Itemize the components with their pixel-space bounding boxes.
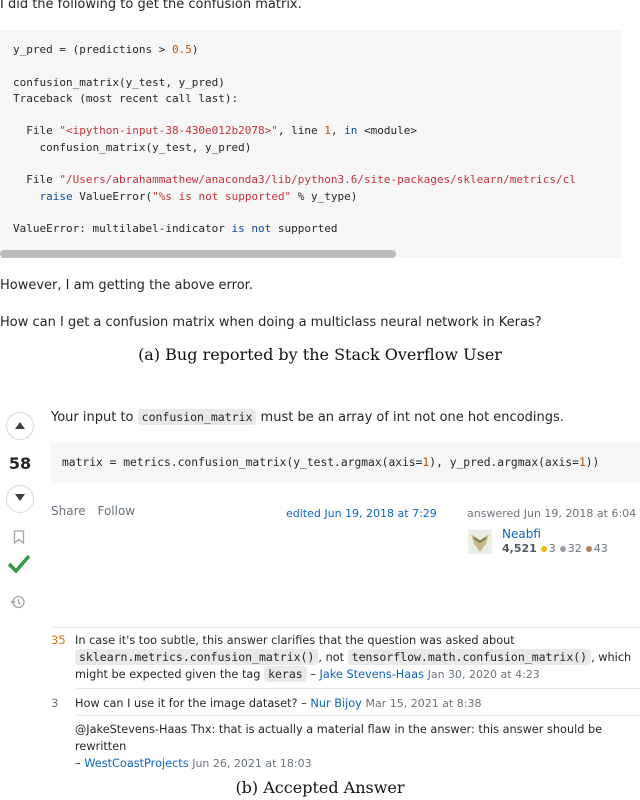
accepted-checkmark-icon (7, 554, 31, 573)
history-icon[interactable] (10, 594, 26, 610)
upvote-arrow-icon (15, 422, 25, 429)
user-reputation-row: 4,521 3 32 43 (502, 542, 608, 555)
comment-date: Jun 26, 2021 at 18:03 (192, 757, 312, 770)
comment-divider (75, 715, 640, 716)
bronze-badge-count: 43 (593, 542, 608, 555)
answered-timestamp: answered Jun 19, 2018 at 6:04 (467, 507, 637, 520)
bronze-badge-icon (585, 545, 592, 552)
silver-badge-icon (559, 545, 566, 552)
gold-badge-icon (540, 545, 547, 552)
inline-code-tensorflow: tensorflow.math.confusion_matrix() (347, 649, 592, 665)
bookmark-icon[interactable] (13, 530, 25, 544)
comment-score: 35 (51, 633, 66, 647)
comment-2: How can I use it for the image dataset? … (75, 697, 482, 710)
downvote-button[interactable] (6, 485, 34, 513)
comment-user-link[interactable]: Jake Stevens-Haas (320, 668, 424, 681)
inline-code-confusion-matrix: confusion_matrix (137, 409, 257, 425)
downvote-arrow-icon (15, 494, 25, 501)
question-paragraph-2: How can I get a confusion matrix when do… (0, 315, 542, 330)
answer-user-name[interactable]: Neabfi (502, 527, 541, 541)
reputation-score: 4,521 (502, 542, 537, 555)
follow-link[interactable]: Follow (97, 504, 135, 518)
inline-code-sklearn: sklearn.metrics.confusion_matrix() (75, 649, 319, 665)
answer-score: 58 (8, 454, 32, 473)
caption-b: (b) Accepted Answer (235, 778, 405, 797)
comment-date: Mar 15, 2021 at 8:38 (365, 697, 482, 710)
code-horizontal-scrollbar[interactable] (0, 250, 396, 258)
caption-a: (a) Bug reported by the Stack Overflow U… (138, 345, 502, 364)
user-avatar[interactable] (468, 530, 492, 554)
tag-keras[interactable]: keras (264, 666, 307, 682)
upvote-button[interactable] (6, 412, 34, 440)
question-intro-text: I did the following to get the confusion… (0, 0, 302, 12)
edited-timestamp-link[interactable]: edited Jun 19, 2018 at 7:29 (286, 507, 437, 520)
answer-code-block: matrix = metrics.confusion_matrix(y_test… (51, 443, 640, 483)
silver-badge-count: 32 (567, 542, 582, 555)
comment-user-link[interactable]: Nur Bijoy (310, 697, 361, 710)
comment-divider (75, 688, 640, 689)
comment-1: In case it's too subtle, this answer cla… (75, 634, 632, 682)
answer-body-text: Your input to confusion_matrix must be a… (51, 409, 564, 425)
avatar-image (471, 534, 489, 552)
error-code-block: y_pred = (predictions > 0.5) confusion_m… (0, 30, 622, 258)
comment-user-link[interactable]: WestCoastProjects (84, 757, 188, 770)
gold-badge-count: 3 (548, 542, 556, 555)
share-link[interactable]: Share (51, 504, 86, 518)
post-menu: Share Follow (51, 504, 135, 518)
comment-3: @JakeStevens-Haas Thx: that is actually … (75, 723, 603, 770)
comment-score: 3 (51, 696, 59, 710)
comment-date: Jan 30, 2020 at 4:23 (427, 668, 540, 681)
comments-divider (51, 627, 640, 628)
question-paragraph-1: However, I am getting the above error. (0, 278, 253, 293)
